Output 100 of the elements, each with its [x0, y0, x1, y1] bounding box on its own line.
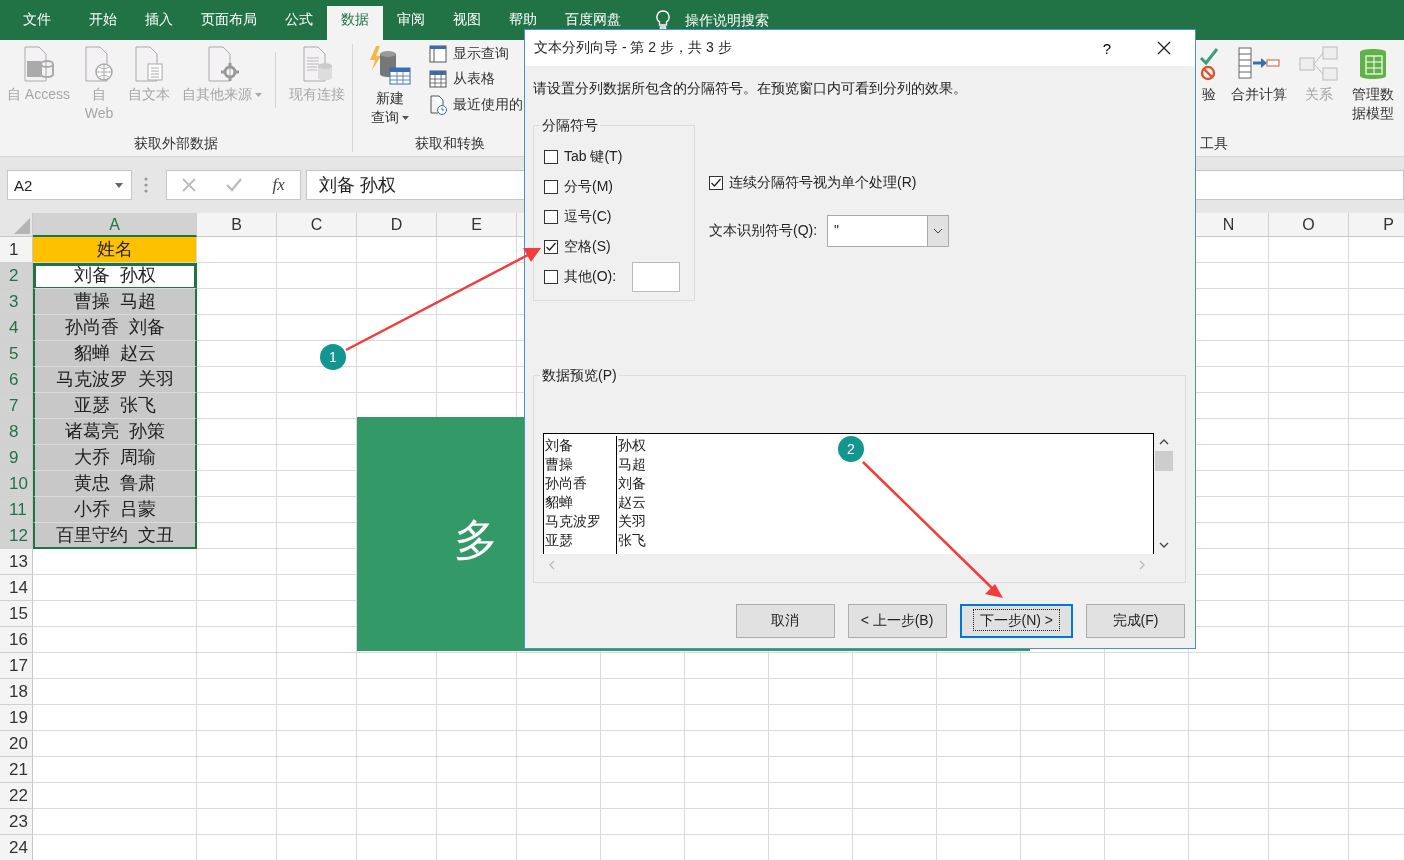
insert-function-button[interactable]: fx	[272, 175, 285, 195]
preview-cell: 曹操	[544, 455, 617, 474]
preview-cell: 关羽	[617, 512, 646, 531]
window-icon	[429, 45, 447, 63]
checkbox-label[interactable]: 空格(S)	[564, 238, 611, 256]
checkbox-label[interactable]: Tab 键(T)	[564, 148, 623, 166]
checkbox-label[interactable]: 其他(O):	[564, 268, 617, 286]
row-header[interactable]: 23	[0, 809, 33, 835]
row-header[interactable]: 4	[0, 315, 33, 341]
table-cell: 大乔 周瑜	[33, 445, 197, 471]
row-header[interactable]: 8	[0, 419, 33, 445]
row-header[interactable]: 16	[0, 627, 33, 653]
table-arrow-icon	[1237, 46, 1281, 82]
preview-cell: 孙尚香	[544, 474, 617, 493]
ribbon-button[interactable]: 从表格	[427, 69, 525, 89]
dialog-button[interactable]: 完成(F)	[1086, 604, 1185, 638]
row-header[interactable]: 6	[0, 367, 33, 393]
ribbon-button[interactable]: 显示查询	[427, 44, 525, 64]
ribbon-tab[interactable]: 审阅	[383, 6, 439, 40]
lightbulb-icon[interactable]	[655, 10, 671, 30]
scrollbar-thumb[interactable]	[1155, 451, 1173, 471]
dialog-button[interactable]: 取消	[735, 604, 835, 638]
column-header[interactable]: B	[197, 213, 277, 237]
qualifier-dropdown[interactable]: "	[827, 215, 950, 247]
checkbox-label[interactable]: 连续分隔符号视为单个处理(R)	[729, 174, 917, 192]
checkbox[interactable]	[709, 176, 723, 190]
ribbon-button[interactable]: 最近使用的	[427, 94, 525, 116]
checkbox[interactable]	[544, 270, 558, 284]
instruction-text: 请设置分列数据所包含的分隔符号。在预览窗口内可看到分列的效果。	[533, 79, 968, 98]
column-header[interactable]: O	[1269, 213, 1349, 237]
row-header[interactable]: 19	[0, 705, 33, 731]
help-button[interactable]: ?	[1096, 38, 1117, 58]
dialog-button[interactable]: 下一步(N) >	[959, 604, 1073, 638]
row-header[interactable]: 12	[0, 523, 33, 549]
row-header[interactable]: 11	[0, 497, 33, 523]
dialog-button[interactable]: < 上一步(B)	[847, 604, 947, 638]
table-cell: 百里守约 文丑	[33, 523, 197, 549]
table-cell: 亚瑟 张飞	[33, 393, 197, 419]
ribbon-tab[interactable]: 视图	[439, 6, 495, 40]
row-header[interactable]: 15	[0, 601, 33, 627]
ribbon-tab[interactable]: 百度网盘	[551, 6, 635, 40]
checkbox[interactable]	[544, 180, 558, 194]
row-header[interactable]: 9	[0, 445, 33, 471]
drag-handle-icon[interactable]	[144, 177, 148, 193]
preview-cell: 貂蝉	[544, 493, 617, 512]
row-header[interactable]: 5	[0, 341, 33, 367]
checkbox-label[interactable]: 逗号(C)	[564, 208, 612, 226]
row-header[interactable]: 3	[0, 289, 33, 315]
row-header[interactable]: 10	[0, 471, 33, 497]
preview-cell: 马超	[617, 455, 646, 474]
row-header[interactable]: 7	[0, 393, 33, 419]
column-header[interactable]: E	[437, 213, 517, 237]
column-header[interactable]: P	[1349, 213, 1404, 237]
ribbon-button[interactable]: 新建查询	[365, 44, 415, 129]
table-cell: 诸葛亮 孙策	[33, 419, 197, 445]
ribbon-tab[interactable]: 数据	[327, 6, 383, 40]
row-header[interactable]: 18	[0, 679, 33, 705]
field-label: 文本识别符号(Q):	[709, 222, 818, 240]
table-cell: 曹操 马超	[33, 289, 197, 315]
step-badge: 1	[320, 344, 346, 370]
table-icon	[429, 70, 447, 88]
database-document-icon	[300, 46, 334, 82]
ribbon-tab[interactable]: 文件	[9, 6, 65, 40]
ribbon-tab[interactable]: 开始	[75, 6, 131, 40]
row-header[interactable]: 13	[0, 549, 33, 575]
input-field[interactable]	[632, 262, 681, 292]
row-header[interactable]: 24	[0, 835, 33, 860]
checkbox[interactable]	[544, 150, 558, 164]
column-header[interactable]: C	[277, 213, 357, 237]
row-header[interactable]: 21	[0, 757, 33, 783]
cube-icon	[1357, 46, 1389, 82]
ribbon-tab[interactable]: 页面布局	[187, 6, 271, 40]
row-header[interactable]: 22	[0, 783, 33, 809]
row-header[interactable]: 1	[0, 237, 33, 263]
row-header[interactable]: 2	[0, 263, 33, 289]
check-stop-icon	[1199, 46, 1219, 82]
ribbon-tab[interactable]: 插入	[131, 6, 187, 40]
ribbon-tab[interactable]: 公式	[271, 6, 327, 40]
caret-icon	[115, 182, 123, 188]
row-header[interactable]: 17	[0, 653, 33, 679]
row-header[interactable]: 14	[0, 575, 33, 601]
table-cell: 刘备 孙权	[33, 263, 197, 289]
ribbon-button[interactable]: 合并计算	[1228, 44, 1290, 106]
ribbon-tab[interactable]: 帮助	[495, 6, 551, 40]
ribbon-button[interactable]: 验	[1196, 44, 1222, 106]
globe-document-icon	[82, 46, 116, 82]
preview-cell-text: 张飞	[617, 531, 646, 550]
checkbox-label[interactable]: 分号(M)	[564, 178, 613, 196]
chevron-up-icon[interactable]	[1159, 439, 1169, 445]
preview-cell: 赵云	[617, 493, 646, 512]
ribbon-button[interactable]: 管理数据模型	[1348, 44, 1398, 125]
column-header[interactable]: D	[357, 213, 437, 237]
checkbox[interactable]	[544, 210, 558, 224]
row-header[interactable]: 20	[0, 731, 33, 757]
chevron-down-icon[interactable]	[1159, 542, 1169, 548]
close-icon[interactable]	[1157, 41, 1171, 55]
checkbox[interactable]	[544, 240, 558, 254]
column-header[interactable]: A	[33, 213, 197, 237]
name-box[interactable]: A2	[7, 170, 132, 200]
database-table-icon	[368, 46, 412, 86]
